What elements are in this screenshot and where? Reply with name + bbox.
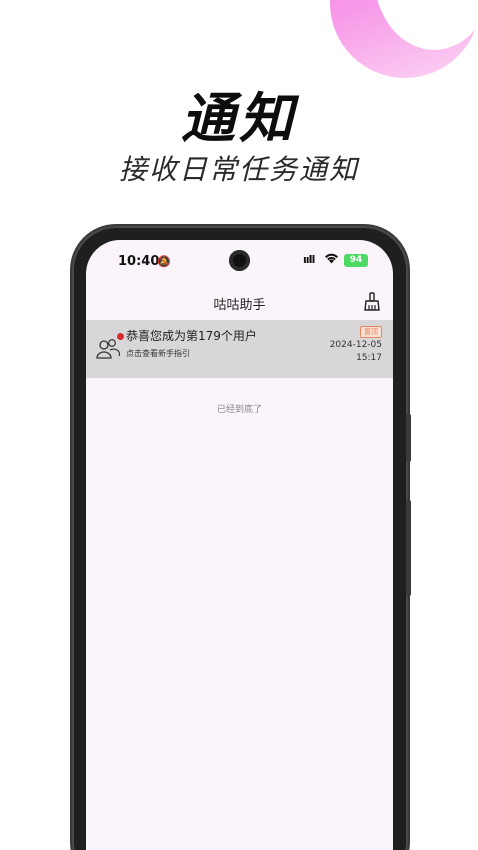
list-end-hint: 已经到底了 xyxy=(216,405,262,415)
app-header: 咕咕助手 xyxy=(86,288,393,318)
status-bar: 10:40 🔕 ııIl 94 xyxy=(86,240,393,280)
wifi-icon xyxy=(324,252,339,268)
signal-icon: ııIl xyxy=(303,253,315,266)
notification-time: 15:17 xyxy=(356,353,382,363)
notification-description: 点击查看新手指引 xyxy=(126,349,190,358)
notification-title: 恭喜您成为第179个用户 xyxy=(126,329,257,343)
notification-item[interactable]: 恭喜您成为第179个用户 点击查看新手指引 置顶 2024-12-05 15:1… xyxy=(86,320,393,378)
broom-clear-icon[interactable] xyxy=(363,292,381,312)
phone-side-button xyxy=(406,500,411,596)
phone-side-button xyxy=(406,414,411,462)
bell-muted-icon: 🔕 xyxy=(157,255,171,268)
status-time: 10:40 xyxy=(118,254,160,269)
app-title: 咕咕助手 xyxy=(213,298,266,313)
unread-dot xyxy=(117,333,124,340)
promo-title: 通知 xyxy=(181,87,297,150)
pinned-badge: 置顶 xyxy=(360,326,382,338)
notification-date: 2024-12-05 xyxy=(329,340,382,350)
phone-screen: 10:40 🔕 ııIl 94 咕咕助手 恭喜您成为第179个用户 点击查看新手… xyxy=(86,240,393,850)
promo-subtitle: 接收日常任务通知 xyxy=(118,153,359,186)
battery-indicator: 94 xyxy=(344,254,368,267)
front-camera xyxy=(229,250,250,271)
users-icon xyxy=(96,338,121,360)
